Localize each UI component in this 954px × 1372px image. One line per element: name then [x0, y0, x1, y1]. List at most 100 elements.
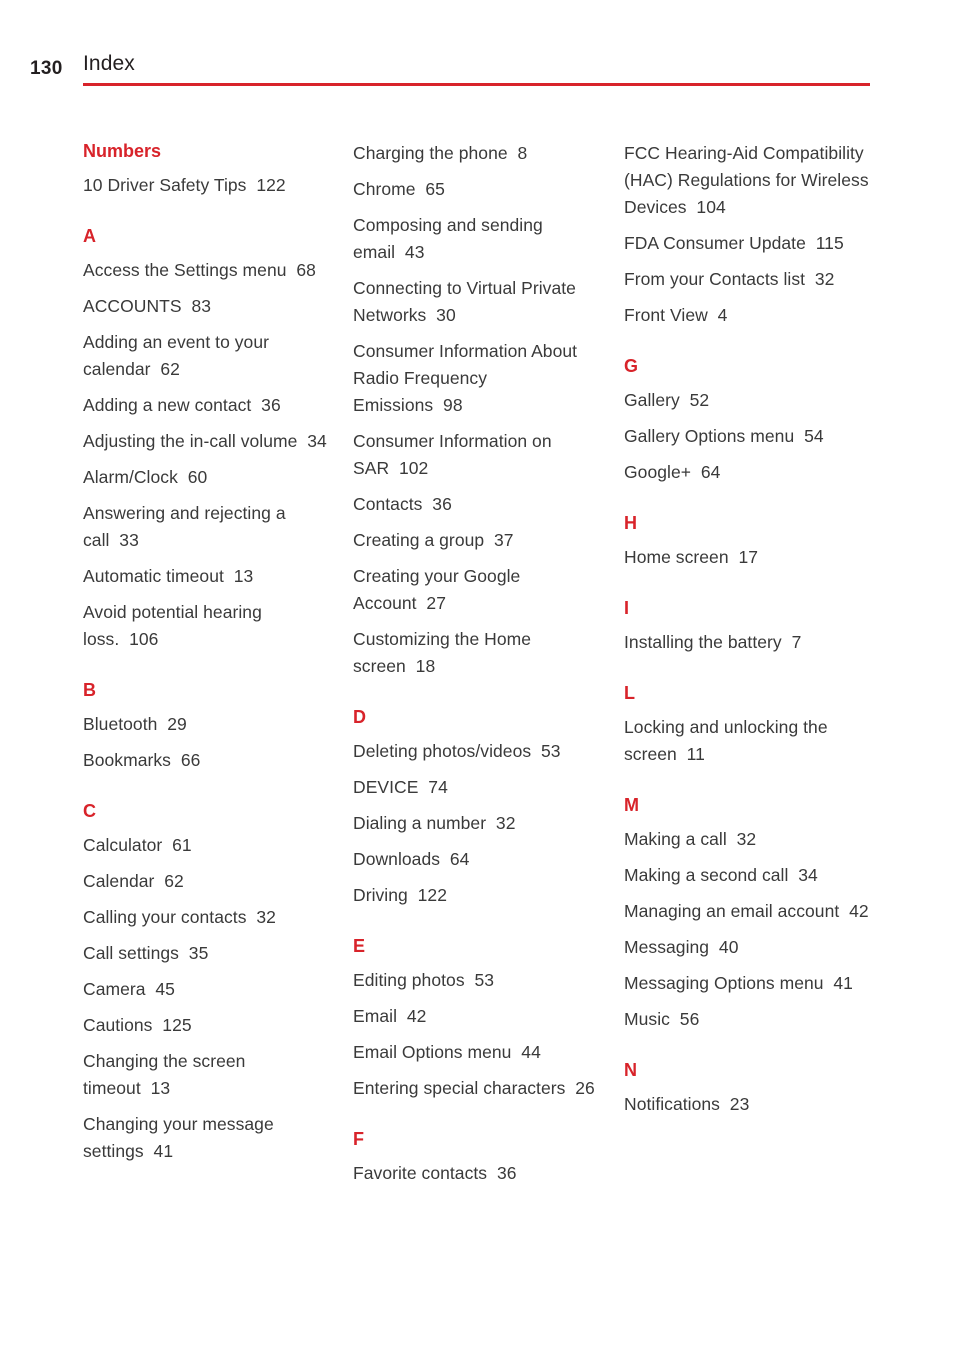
- index-entry[interactable]: Customizing the Home screen 18: [353, 626, 598, 680]
- index-entry-title: Calculator: [83, 835, 163, 855]
- index-entry-page: 83: [191, 296, 212, 316]
- index-entry[interactable]: Editing photos 53: [353, 967, 598, 994]
- index-entry[interactable]: Installing the battery 7: [624, 629, 869, 656]
- index-entry[interactable]: Connecting to Virtual Private Networks 3…: [353, 275, 598, 329]
- index-entry-page: 32: [736, 829, 757, 849]
- index-entry[interactable]: Managing an email account 42: [624, 898, 869, 925]
- index-entry[interactable]: Favorite contacts 36: [353, 1160, 598, 1187]
- index-entry[interactable]: Messaging 40: [624, 934, 869, 961]
- index-entry-title: Notifications: [624, 1094, 720, 1114]
- index-entry[interactable]: Bookmarks 66: [83, 747, 328, 774]
- index-entry[interactable]: Entering special characters 26: [353, 1075, 598, 1102]
- index-entry[interactable]: Charging the phone 8: [353, 140, 598, 167]
- index-entry[interactable]: Music 56: [624, 1006, 869, 1033]
- index-entry[interactable]: 10 Driver Safety Tips 122: [83, 172, 328, 199]
- index-entry-title: Messaging: [624, 937, 710, 957]
- index-entry[interactable]: Call settings 35: [83, 940, 328, 967]
- index-entry-title: Gallery: [624, 390, 680, 410]
- index-entry[interactable]: Calling your contacts 32: [83, 904, 328, 931]
- index-entry[interactable]: Cautions 125: [83, 1012, 328, 1039]
- index-entry-page: 53: [541, 741, 561, 761]
- index-entry-title: Home screen: [624, 547, 729, 567]
- index-entry[interactable]: Front View 4: [624, 302, 869, 329]
- index-entry-page: 41: [833, 973, 853, 993]
- index-entry[interactable]: Creating your Google Account 27: [353, 563, 598, 617]
- index-entry-title: Bookmarks: [83, 750, 171, 770]
- index-entry[interactable]: From your Contacts list 32: [624, 266, 869, 293]
- section-letter-c: C: [83, 801, 96, 821]
- index-column-3: FCC Hearing-Aid Compatibility (HAC) Regu…: [624, 140, 869, 1118]
- index-entry[interactable]: FCC Hearing-Aid Compatibility (HAC) Regu…: [624, 140, 869, 221]
- index-entry[interactable]: Downloads 64: [353, 846, 598, 873]
- index-entry-title: Connecting to Virtual Private Networks: [353, 278, 576, 325]
- index-entry-page: 68: [296, 260, 316, 280]
- index-entry[interactable]: Consumer Information About Radio Frequen…: [353, 338, 598, 419]
- index-entry-page: 52: [689, 390, 710, 410]
- index-entry[interactable]: Creating a group 37: [353, 527, 598, 554]
- index-entry[interactable]: Consumer Information on SAR 102: [353, 428, 598, 482]
- index-entry[interactable]: Google+ 64: [624, 459, 869, 486]
- index-entry[interactable]: Access the Settings menu 68: [83, 257, 328, 284]
- index-entry[interactable]: Adding an event to your calendar 62: [83, 329, 328, 383]
- index-entry-title: Dialing a number: [353, 813, 487, 833]
- index-entry-title: 10 Driver Safety Tips: [83, 175, 247, 195]
- index-entry-page: 32: [814, 269, 835, 289]
- index-entry[interactable]: Making a call 32: [624, 826, 869, 853]
- index-entry-title: Charging the phone: [353, 143, 508, 163]
- index-entry-page: 11: [686, 744, 705, 764]
- index-entry[interactable]: Changing the screen timeout 13: [83, 1048, 328, 1102]
- index-entry-page: 54: [804, 426, 824, 446]
- index-entry[interactable]: DEVICE 74: [353, 774, 598, 801]
- index-entry[interactable]: Alarm/Clock 60: [83, 464, 328, 491]
- index-entry[interactable]: Bluetooth 29: [83, 711, 328, 738]
- index-entry[interactable]: Chrome 65: [353, 176, 598, 203]
- index-entry-page: 42: [406, 1006, 427, 1026]
- index-entry-page: 34: [307, 431, 327, 451]
- index-entry[interactable]: FDA Consumer Update 115: [624, 230, 869, 257]
- index-entry[interactable]: Adjusting the in-call volume 34: [83, 428, 328, 455]
- index-entry[interactable]: Gallery Options menu 54: [624, 423, 869, 450]
- index-entry[interactable]: Home screen 17: [624, 544, 869, 571]
- index-entry[interactable]: Answering and rejecting a call 33: [83, 500, 328, 554]
- index-entry[interactable]: Changing your message settings 41: [83, 1111, 328, 1165]
- index-entry[interactable]: Avoid potential hearing loss. 106: [83, 599, 328, 653]
- index-entry[interactable]: Composing and sending email 43: [353, 212, 598, 266]
- index-entry-page: 74: [428, 777, 448, 797]
- index-entry[interactable]: ACCOUNTS 83: [83, 293, 328, 320]
- index-entry-page: 64: [449, 849, 470, 869]
- index-entry[interactable]: Contacts 36: [353, 491, 598, 518]
- index-entry-page: 122: [417, 885, 447, 905]
- index-entry[interactable]: Deleting photos/videos 53: [353, 738, 598, 765]
- index-entry-title: Cautions: [83, 1015, 153, 1035]
- section-letter-e: E: [353, 936, 366, 956]
- index-entry[interactable]: Gallery 52: [624, 387, 869, 414]
- index-entry[interactable]: Locking and unlocking the screen 11: [624, 714, 869, 768]
- index-entry-page: 45: [155, 979, 175, 999]
- index-entry[interactable]: Dialing a number 32: [353, 810, 598, 837]
- index-entry-page: 8: [517, 143, 528, 163]
- page-number: 130: [30, 58, 63, 79]
- index-entry-title: Managing an email account: [624, 901, 840, 921]
- index-entry-title: Calendar: [83, 871, 155, 891]
- index-entry[interactable]: Email 42: [353, 1003, 598, 1030]
- index-entry-page: 106: [129, 629, 159, 649]
- index-entry-page: 56: [679, 1009, 700, 1029]
- index-column-2: Charging the phone 8 Chrome 65 Composing a…: [353, 140, 598, 1187]
- index-entry-title: Alarm/Clock: [83, 467, 178, 487]
- index-entry-title: Music: [624, 1009, 670, 1029]
- index-section: F Favorite contacts 36: [353, 1128, 598, 1187]
- index-entry[interactable]: Adding a new contact 36: [83, 392, 328, 419]
- index-entry[interactable]: Camera 45: [83, 976, 328, 1003]
- index-entry-page: 125: [162, 1015, 192, 1035]
- index-entry[interactable]: Driving 122: [353, 882, 598, 909]
- index-entry[interactable]: Calculator 61: [83, 832, 328, 859]
- index-entry[interactable]: Messaging Options menu 41: [624, 970, 869, 997]
- index-entry[interactable]: Making a second call 34: [624, 862, 869, 889]
- index-entry[interactable]: Notifications 23: [624, 1091, 869, 1118]
- index-entry[interactable]: Calendar 62: [83, 868, 328, 895]
- index-section: Charging the phone 8 Chrome 65 Composing a…: [353, 140, 598, 680]
- index-entry[interactable]: Email Options menu 44: [353, 1039, 598, 1066]
- page-header: 130 Index: [0, 52, 954, 92]
- index-entry[interactable]: Automatic timeout 13: [83, 563, 328, 590]
- index-entry-page: 36: [261, 395, 281, 415]
